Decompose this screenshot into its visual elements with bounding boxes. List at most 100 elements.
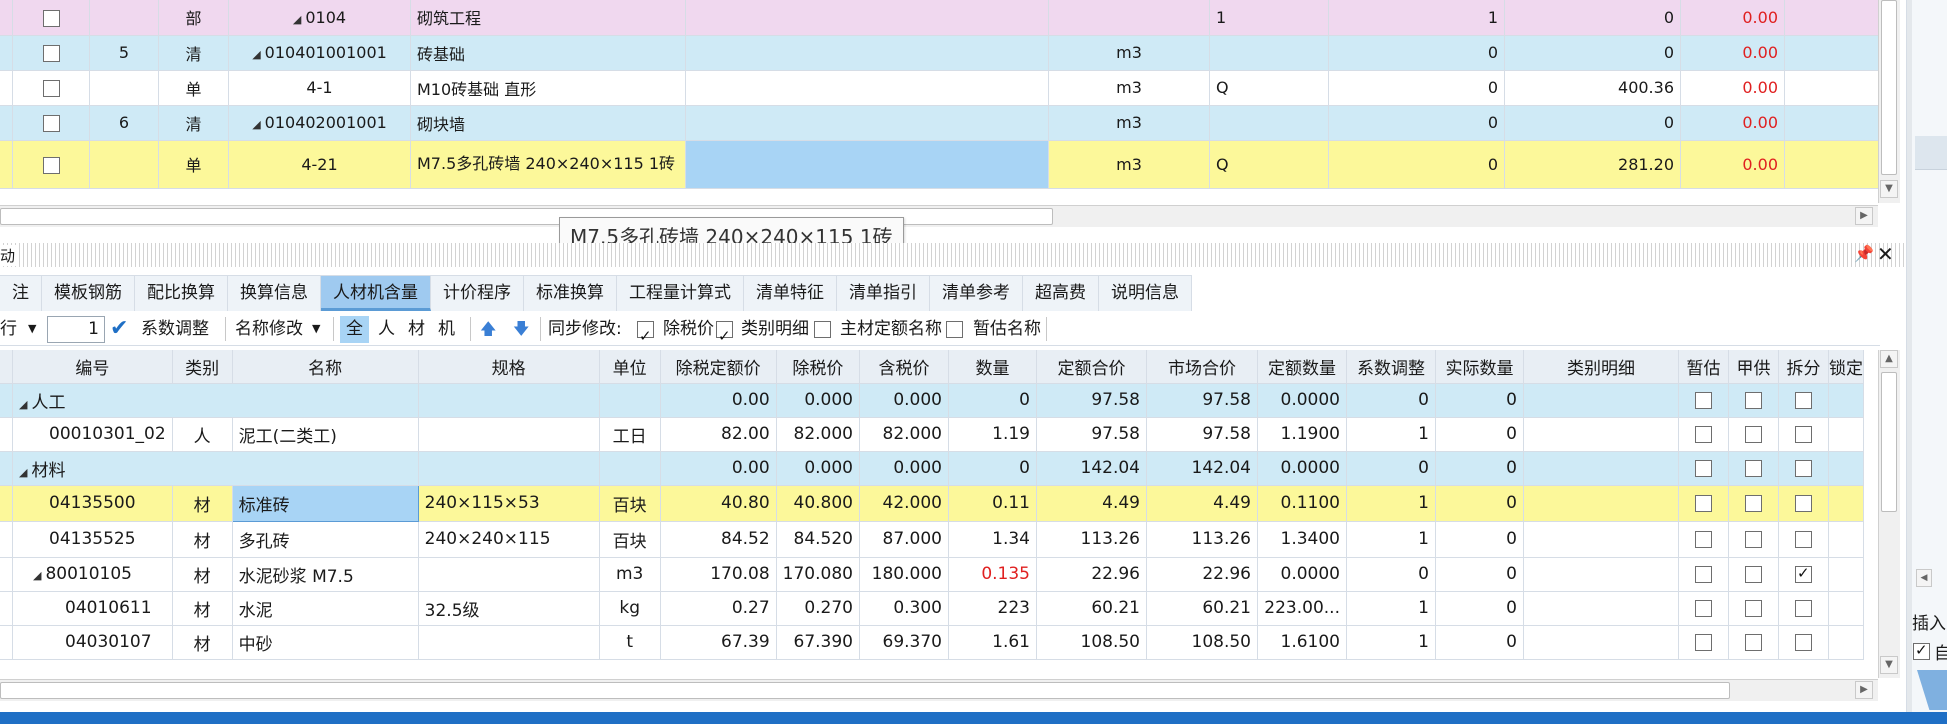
resource-qty[interactable]: 0.135 — [948, 557, 1037, 592]
resource-spec[interactable] — [418, 417, 600, 452]
group-row[interactable]: ◢ 人工 0.00 0.000 0.000 0 97.58 97.58 0.0000 0 0 — [0, 383, 1864, 418]
resource-spec[interactable] — [418, 625, 600, 660]
scroll-right-icon[interactable]: ▶ — [1855, 207, 1873, 225]
resource-qty[interactable]: 0 — [948, 451, 1037, 486]
row-expr[interactable]: Q — [1209, 70, 1329, 106]
resource-qty[interactable]: 0.11 — [948, 485, 1037, 522]
column-header[interactable]: 系数调整 — [1346, 350, 1436, 384]
row-count-input[interactable]: 1 — [47, 316, 105, 343]
actual-qty[interactable]: 0 — [1435, 417, 1524, 452]
filter-machine-button[interactable]: 机 — [438, 312, 455, 346]
row-qty[interactable]: 0 — [1328, 140, 1505, 189]
row-name[interactable]: 砌筑工程 — [410, 0, 686, 36]
item-row[interactable]: 单 4-1 M10砖基础 直形 m3 Q 0 400.36 0.00 — [0, 70, 1929, 106]
close-icon[interactable]: ✕ — [1877, 242, 1894, 266]
actual-qty[interactable]: 0 — [1435, 591, 1524, 626]
row-name[interactable]: M7.5多孔砖墙 240×240×115 1砖 — [410, 140, 686, 189]
provisional-checkbox[interactable] — [1678, 591, 1729, 626]
right-panel-scroll-left-icon[interactable]: ◀ — [1916, 569, 1932, 587]
lower-h-scroll-thumb[interactable] — [0, 682, 1730, 699]
provisional-checkbox[interactable] — [1678, 521, 1729, 558]
lock-cell[interactable] — [1828, 383, 1864, 418]
resource-row[interactable]: 04135500 材标准砖 240×115×53 百块 40.80 40.800 42.00… — [0, 484, 1864, 522]
filter-material-button[interactable]: 材 — [408, 312, 425, 346]
select-checkbox[interactable] — [12, 105, 90, 141]
resource-row[interactable]: ◢ 80010105 材水泥砂浆 M7.5 m3 170.08 170.080 180.00… — [0, 557, 1864, 592]
category-detail[interactable] — [1523, 451, 1679, 486]
column-header[interactable]: 定额合价 — [1036, 350, 1147, 384]
resource-code-cell[interactable]: 04135525 — [12, 521, 173, 558]
tab-6[interactable]: 标准换算 — [524, 275, 617, 311]
resource-spec[interactable]: 240×115×53 — [418, 485, 600, 522]
row-qty[interactable]: 1 — [1328, 0, 1505, 36]
coef-adjust[interactable]: 1 — [1346, 591, 1436, 626]
sync-opt2-checkbox[interactable] — [716, 312, 733, 353]
resource-row[interactable]: 04135525 材多孔砖 240×240×115 百块 84.52 84.520 87.0… — [0, 521, 1864, 558]
row-spec[interactable] — [685, 105, 1049, 141]
price-inc-tax[interactable]: 0.000 — [859, 451, 949, 486]
move-up-icon[interactable]: 🡅 — [480, 312, 496, 346]
resource-code-cell[interactable]: 04030107 — [12, 625, 173, 660]
resource-qty[interactable]: 1.19 — [948, 417, 1037, 452]
price-ex-tax[interactable]: 0.000 — [776, 451, 860, 486]
provisional-checkbox[interactable] — [1678, 557, 1729, 592]
sync-opt1-checkbox[interactable] — [637, 312, 654, 353]
split-checkbox[interactable] — [1778, 521, 1829, 558]
row-expr[interactable] — [1209, 105, 1329, 141]
row-spec[interactable] — [685, 0, 1049, 36]
row-qty[interactable]: 0 — [1328, 70, 1505, 106]
row-expr[interactable] — [1209, 35, 1329, 71]
coef-adjust-button[interactable]: 系数调整 — [141, 312, 209, 346]
resource-code-cell[interactable]: 04135500 — [12, 485, 173, 522]
category-detail[interactable] — [1523, 625, 1679, 660]
column-header[interactable]: 定额数量 — [1257, 350, 1347, 384]
group-row[interactable]: ◢ 材料 0.00 0.000 0.000 0 142.04 142.04 0.0000 0 0 — [0, 451, 1864, 486]
sync-opt4-checkbox[interactable] — [946, 312, 963, 346]
collapse-icon[interactable]: ◢ — [293, 13, 301, 26]
tab-10[interactable]: 清单参考 — [930, 275, 1023, 311]
filter-all-button[interactable]: 全 — [340, 316, 369, 343]
provisional-checkbox[interactable] — [1678, 383, 1729, 418]
column-header[interactable]: 类别明细 — [1523, 350, 1679, 384]
split-checkbox[interactable] — [1778, 485, 1829, 522]
row-spec[interactable] — [685, 70, 1049, 106]
price-ex-tax[interactable]: 84.520 — [776, 521, 860, 558]
resource-spec[interactable]: 32.5级 — [418, 591, 600, 626]
row-spec[interactable] — [685, 35, 1049, 71]
provisional-checkbox[interactable] — [1678, 417, 1729, 452]
column-header[interactable]: 数量 — [948, 350, 1037, 384]
split-checkbox[interactable] — [1778, 451, 1829, 486]
split-checkbox[interactable] — [1778, 383, 1829, 418]
pin-icon[interactable]: 📌 — [1854, 244, 1874, 263]
category-detail[interactable] — [1523, 591, 1679, 626]
scroll-down-icon[interactable]: ▼ — [1880, 180, 1898, 198]
right-panel-action-button[interactable] — [1917, 670, 1947, 710]
column-header[interactable]: 锁定 — [1828, 350, 1864, 384]
row-expr[interactable]: Q — [1209, 140, 1329, 189]
provisional-checkbox[interactable] — [1678, 485, 1729, 522]
category-detail[interactable] — [1523, 485, 1679, 522]
select-checkbox[interactable] — [12, 70, 90, 106]
coef-adjust[interactable]: 1 — [1346, 625, 1436, 660]
column-header[interactable]: 编号 — [12, 350, 173, 384]
actual-qty[interactable]: 0 — [1435, 625, 1524, 660]
lock-cell[interactable] — [1828, 417, 1864, 452]
resource-code-cell[interactable]: 00010301_02 — [12, 417, 173, 452]
resource-row[interactable]: 04030107 材中砂 t 67.39 67.390 69.370 1.61 108.50 1… — [0, 625, 1864, 660]
column-header[interactable]: 市场合价 — [1146, 350, 1258, 384]
resource-spec[interactable] — [418, 557, 600, 592]
tab-7[interactable]: 工程量计算式 — [617, 275, 744, 311]
coef-adjust[interactable]: 1 — [1346, 485, 1436, 522]
select-checkbox[interactable] — [12, 35, 90, 71]
scroll-up-icon[interactable]: ▲ — [1880, 350, 1898, 368]
upper-vertical-scrollbar[interactable]: ▼ — [1878, 0, 1900, 203]
tab-8[interactable]: 清单特征 — [744, 275, 837, 311]
split-checkbox[interactable] — [1778, 591, 1829, 626]
tab-2[interactable]: 配比换算 — [135, 275, 228, 311]
collapse-icon[interactable]: ◢ — [33, 569, 41, 582]
tab-4[interactable]: 人材机含量 — [321, 275, 431, 311]
collapse-icon[interactable]: ◢ — [19, 466, 27, 479]
upper-horizontal-scrollbar[interactable]: ▶ — [0, 205, 1878, 227]
coef-adjust[interactable]: 0 — [1346, 383, 1436, 418]
owner-supplied-checkbox[interactable] — [1728, 521, 1779, 558]
